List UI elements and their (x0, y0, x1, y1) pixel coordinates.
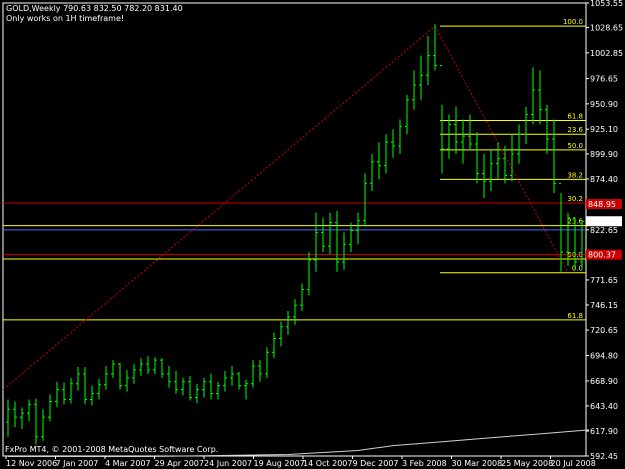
price-label-text: 848.95 (588, 200, 616, 209)
y-tick-label: 617.90 (590, 427, 618, 436)
y-tick-label: 1002.85 (590, 49, 623, 58)
y-tick-label: 925.10 (590, 125, 618, 134)
fib-label: 61.8 (567, 112, 583, 120)
price-label-text: 800.37 (588, 251, 616, 260)
y-tick-label: 643.40 (590, 402, 618, 411)
y-tick-label: 694.80 (590, 351, 618, 360)
fib-label: 0.0 (572, 265, 583, 273)
price-label-text: 831.40 (588, 217, 616, 226)
y-tick-label: 746.15 (590, 301, 618, 310)
x-tick-label: 25 May 2008 (501, 459, 553, 468)
chart-note: Only works on 1H timeframe! (6, 14, 124, 23)
chart-canvas[interactable]: 100.061.823.650.038.230.223.650.00.061.8… (0, 0, 625, 469)
y-tick-label: 668.90 (590, 377, 618, 386)
y-tick-label: 822.65 (590, 226, 618, 235)
fib-label: 61.8 (567, 312, 583, 320)
y-tick-label: 1053.55 (590, 0, 623, 8)
fib-label: 38.2 (567, 171, 583, 179)
chart-background (0, 0, 625, 469)
chart-title: GOLD,Weekly 790.63 832.50 782.20 831.40 (6, 4, 183, 13)
x-tick-label: 9 Dec 2007 (353, 459, 399, 468)
x-tick-label: 4 Mar 2007 (105, 459, 151, 468)
x-tick-label: 3 Feb 2008 (402, 459, 447, 468)
y-tick-label: 976.65 (590, 75, 618, 84)
fib-label: 50.0 (567, 142, 583, 150)
y-tick-label: 899.90 (590, 150, 618, 159)
y-tick-label: 771.65 (590, 276, 618, 285)
fib-label: 23.6 (567, 126, 583, 134)
y-tick-label: 1028.65 (590, 23, 623, 32)
x-tick-label: 7 Jan 2007 (56, 459, 99, 468)
y-tick-label: 874.40 (590, 175, 618, 184)
fib-label: 30.2 (567, 195, 583, 203)
x-tick-label: 29 Apr 2007 (155, 459, 204, 468)
y-tick-label: 950.90 (590, 100, 618, 109)
y-tick-label: 720.65 (590, 326, 618, 335)
x-tick-label: 12 Nov 2006 (6, 459, 57, 468)
x-tick-label: 24 Jun 2007 (204, 459, 252, 468)
x-tick-label: 30 Mar 2008 (452, 459, 503, 468)
fib-label: 100.0 (563, 18, 583, 26)
copyright: FxPro MT4, © 2001-2008 MetaQuotes Softwa… (5, 445, 218, 454)
x-tick-label: 14 Oct 2007 (303, 459, 352, 468)
x-tick-label: 20 Jul 2008 (551, 459, 596, 468)
x-tick-label: 19 Aug 2007 (254, 459, 305, 468)
